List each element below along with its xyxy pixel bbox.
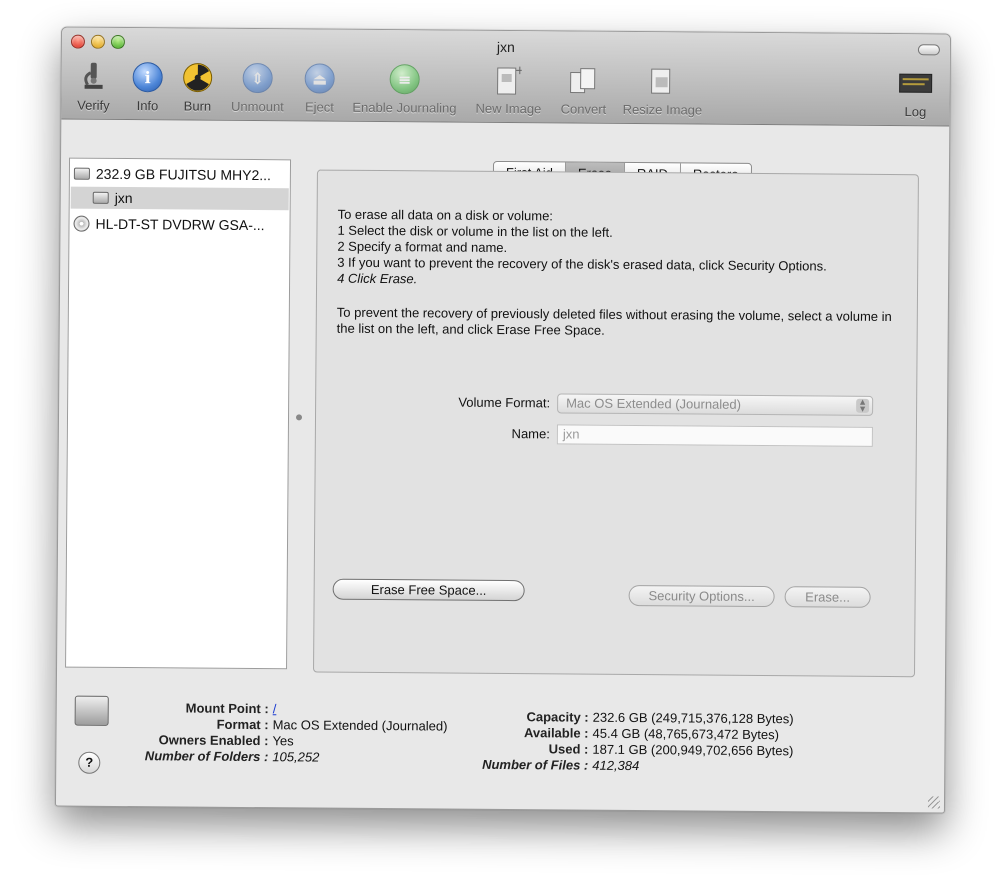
folders-row: Number of Folders :105,252 (144, 748, 320, 765)
updown-arrow-icon: ▲ ▼ (856, 397, 870, 414)
enable-journaling-button[interactable]: ≡ Enable Journaling (349, 62, 459, 116)
help-button[interactable]: ? (78, 751, 101, 774)
burn-icon (181, 60, 215, 94)
new-image-icon: + (492, 63, 526, 97)
toolbar: Verify i Info Burn ⇕ Unmount ⏏ Eject ≡ E… (67, 60, 943, 127)
security-options-button[interactable]: Security Options... (628, 584, 775, 608)
hard-disk-icon (73, 167, 90, 180)
log-icon (899, 66, 933, 100)
erase-free-space-button[interactable]: Erase Free Space... (332, 578, 525, 602)
eject-button[interactable]: ⏏ Eject (299, 61, 339, 115)
mount-point-link[interactable]: / (269, 701, 277, 716)
title-bar: jxn Verify i Info Burn ⇕ Unmount ⏏ Eject… (61, 27, 951, 127)
optical-disc-icon (73, 215, 90, 232)
volume-format-label: Volume Format: (458, 394, 551, 411)
volume-icon (92, 191, 109, 204)
convert-icon (567, 63, 601, 97)
sidebar-item-disk[interactable]: 232.9 GB FUJITSU MHY2... (73, 163, 271, 187)
resize-grip[interactable] (927, 796, 941, 809)
used-row: Used :187.1 GB (200,949,702,656 Bytes) (548, 741, 794, 759)
disk-utility-window: jxn Verify i Info Burn ⇕ Unmount ⏏ Eject… (54, 26, 952, 814)
sidebar-item-volume[interactable]: jxn (70, 186, 289, 211)
convert-button[interactable]: Convert (555, 63, 611, 117)
owners-row: Owners Enabled : Yes (158, 732, 294, 749)
unmount-icon: ⇕ (242, 62, 273, 94)
log-button[interactable]: Log (895, 66, 935, 119)
new-image-button[interactable]: + New Image (471, 63, 545, 117)
resize-image-icon (646, 64, 680, 98)
volume-format-select[interactable]: Mac OS Extended (Journaled) ▲ ▼ (557, 393, 874, 416)
split-view-handle[interactable] (295, 414, 303, 421)
info-icon: i (132, 62, 163, 93)
erase-button[interactable]: Erase... (784, 586, 871, 608)
burn-button[interactable]: Burn (177, 60, 217, 114)
volume-name-input[interactable]: jxn (556, 424, 873, 447)
erase-panel: To erase all data on a disk or volume: 1… (313, 169, 919, 678)
window-title: jxn (496, 38, 515, 56)
capacity-row: Capacity :232.6 GB (249,715,376,128 Byte… (526, 709, 794, 727)
unmount-button[interactable]: ⇕ Unmount (227, 61, 287, 114)
name-label: Name: (511, 426, 550, 442)
mount-point-row: Mount Point : / (185, 700, 277, 717)
available-row: Available :45.4 GB (48,765,673,472 Bytes… (523, 725, 780, 743)
format-row: Format : Mac OS Extended (Journaled) (216, 716, 448, 734)
volume-icon (74, 695, 109, 726)
journaling-icon: ≡ (389, 64, 420, 95)
info-button[interactable]: i Info (127, 60, 167, 113)
files-row: Number of Files :412,384 (482, 756, 640, 774)
erase-instructions: To erase all data on a disk or volume: 1… (336, 206, 892, 338)
svg-text:+: + (515, 64, 522, 77)
sidebar-item-optical-drive[interactable]: HL-DT-ST DVDRW GSA-... (73, 213, 265, 236)
toolbar-toggle-button[interactable] (917, 44, 940, 56)
device-list[interactable]: 232.9 GB FUJITSU MHY2... jxn HL-DT-ST DV… (65, 157, 292, 670)
verify-button[interactable]: Verify (73, 60, 113, 113)
microscope-icon (77, 60, 111, 94)
eject-icon: ⏏ (304, 63, 335, 94)
resize-image-button[interactable]: Resize Image (619, 64, 705, 118)
volume-info-area: ? Mount Point : / Format : Mac OS Extended… (56, 678, 945, 814)
